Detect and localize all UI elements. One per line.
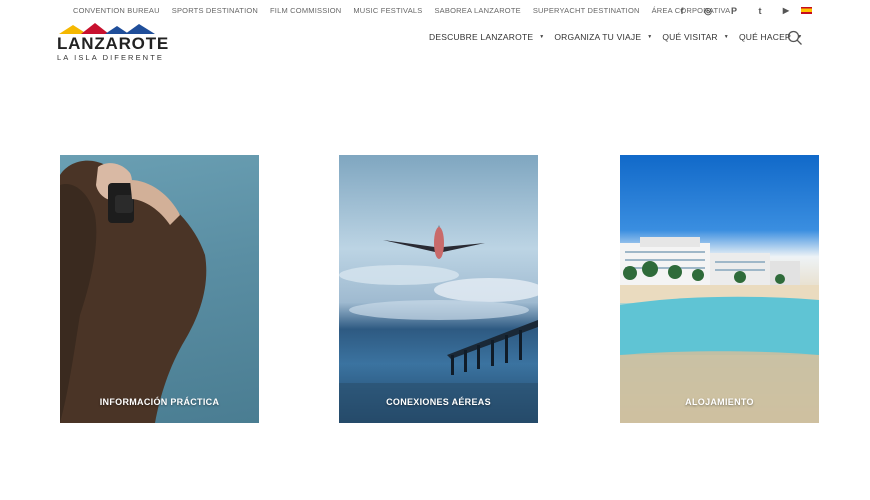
caret-down-icon: ▼ (539, 34, 545, 40)
spain-flag-icon[interactable] (801, 7, 812, 14)
card-alojamiento[interactable]: ALOJAMIENTO (620, 155, 819, 423)
logo-tagline: LA ISLA DIFERENTE (57, 53, 164, 62)
photographer-image (60, 160, 207, 423)
main-nav: DESCUBRE LANZAROTE ▼ ORGANIZA TU VIAJE ▼… (429, 32, 812, 42)
card-informacion-practica[interactable]: INFORMACIÓN PRÁCTICA (60, 155, 259, 423)
beach-hotel-image (620, 237, 819, 423)
caret-down-icon: ▼ (647, 34, 653, 40)
nav-descubre-lanzarote[interactable]: DESCUBRE LANZAROTE ▼ (429, 32, 544, 42)
top-link-film-commission[interactable]: FILM COMMISSION (270, 6, 341, 15)
search-icon[interactable] (787, 30, 803, 46)
youtube-icon[interactable]: ▶ (773, 4, 799, 18)
social-links: f ◎ P t ▶ (669, 4, 799, 18)
nav-organiza-tu-viaje[interactable]: ORGANIZA TU VIAJE ▼ (554, 32, 652, 42)
nav-label: ORGANIZA TU VIAJE (554, 32, 642, 42)
top-link-sports-destination[interactable]: SPORTS DESTINATION (172, 6, 258, 15)
site-logo[interactable]: LANZAROTE LA ISLA DIFERENTE (57, 22, 172, 62)
nav-label: DESCUBRE LANZAROTE (429, 32, 534, 42)
top-links: CONVENTION BUREAU SPORTS DESTINATION FIL… (73, 6, 730, 15)
nav-label: QUÉ HACER (738, 32, 792, 42)
pinterest-icon[interactable]: P (721, 4, 747, 18)
caret-down-icon: ▼ (723, 34, 729, 40)
top-link-convention-bureau[interactable]: CONVENTION BUREAU (73, 6, 160, 15)
nav-que-visitar[interactable]: QUÉ VISITAR ▼ (662, 32, 729, 42)
top-link-superyacht-destination[interactable]: SUPERYACHT DESTINATION (533, 6, 640, 15)
instagram-icon[interactable]: ◎ (695, 4, 721, 18)
twitter-icon[interactable]: t (747, 4, 773, 18)
card-label: ALOJAMIENTO (685, 397, 754, 407)
card-conexiones-aereas[interactable]: CONEXIONES AÉREAS (339, 155, 538, 423)
card-label: CONEXIONES AÉREAS (386, 397, 491, 407)
top-utility-bar: CONVENTION BUREAU SPORTS DESTINATION FIL… (0, 0, 870, 22)
top-link-music-festivals[interactable]: MUSIC FESTIVALS (353, 6, 422, 15)
nav-label: QUÉ VISITAR (662, 32, 718, 42)
airplane-image (339, 225, 538, 423)
facebook-icon[interactable]: f (669, 4, 695, 18)
card-label: INFORMACIÓN PRÁCTICA (99, 397, 220, 407)
logo-name: LANZAROTE (57, 34, 170, 53)
top-link-saborea-lanzarote[interactable]: SABOREA LANZAROTE (434, 6, 520, 15)
